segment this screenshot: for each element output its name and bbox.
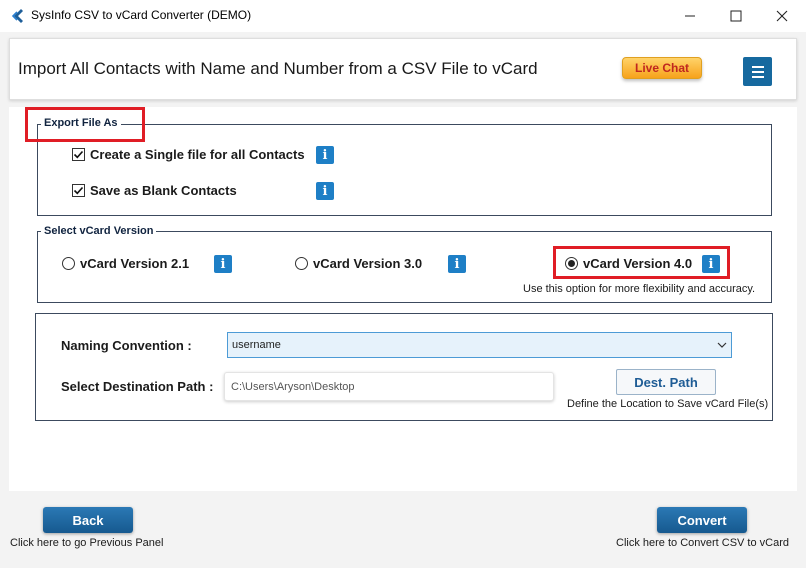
convert-button[interactable]: Convert — [657, 507, 747, 533]
convert-hint: Click here to Convert CSV to vCard — [616, 537, 790, 549]
minimize-icon — [685, 15, 695, 17]
naming-convention-value: username — [232, 339, 281, 351]
dest-path-hint: Define the Location to Save vCard File(s… — [567, 398, 769, 410]
checkbox-checked-icon[interactable] — [72, 184, 85, 197]
export-legend-highlight — [25, 107, 145, 142]
vcard-2-1-option[interactable]: vCard Version 2.1 — [62, 256, 189, 271]
vcard-4-0-highlight — [553, 246, 730, 279]
single-file-label: Create a Single file for all Contacts — [90, 147, 305, 162]
checkbox-checked-icon[interactable] — [72, 148, 85, 161]
destination-path-value: C:\Users\Aryson\Desktop — [231, 380, 355, 393]
blank-contacts-label: Save as Blank Contacts — [90, 183, 237, 198]
naming-convention-label: Naming Convention : — [61, 338, 192, 353]
vcard-3-0-label: vCard Version 3.0 — [313, 256, 423, 271]
chevron-down-icon — [717, 342, 727, 348]
back-hint: Click here to go Previous Panel — [10, 537, 164, 549]
blank-contacts-option[interactable]: Save as Blank Contacts — [72, 183, 237, 198]
maximize-button[interactable] — [713, 0, 759, 32]
naming-convention-select[interactable]: username — [227, 332, 732, 358]
vcard-2-1-label: vCard Version 2.1 — [80, 256, 190, 271]
app-logo-icon — [11, 9, 23, 23]
maximize-icon — [730, 10, 742, 22]
info-icon[interactable]: i — [214, 255, 232, 273]
vcard-4-0-hint: Use this option for more flexibility and… — [523, 283, 756, 295]
info-icon[interactable]: i — [316, 182, 334, 200]
info-icon[interactable]: i — [316, 146, 334, 164]
hamburger-menu-icon[interactable] — [743, 57, 772, 86]
radio-icon[interactable] — [295, 257, 308, 270]
destination-path-input[interactable]: C:\Users\Aryson\Desktop — [224, 372, 554, 401]
vcard-version-legend: Select vCard Version — [41, 225, 157, 237]
export-file-as-group — [37, 124, 772, 216]
header-title: Import All Contacts with Name and Number… — [18, 59, 538, 78]
vcard-3-0-option[interactable]: vCard Version 3.0 — [295, 256, 422, 271]
close-icon — [776, 10, 788, 22]
close-button[interactable] — [759, 0, 805, 32]
minimize-button[interactable] — [667, 0, 713, 32]
radio-icon[interactable] — [62, 257, 75, 270]
dest-path-button[interactable]: Dest. Path — [616, 369, 716, 395]
back-button[interactable]: Back — [43, 507, 133, 533]
info-icon[interactable]: i — [448, 255, 466, 273]
window-title: SysInfo CSV to vCard Converter (DEMO) — [31, 8, 252, 22]
live-chat-button[interactable]: Live Chat — [622, 57, 702, 79]
destination-path-label: Select Destination Path : — [61, 379, 214, 394]
single-file-option[interactable]: Create a Single file for all Contacts — [72, 147, 305, 162]
